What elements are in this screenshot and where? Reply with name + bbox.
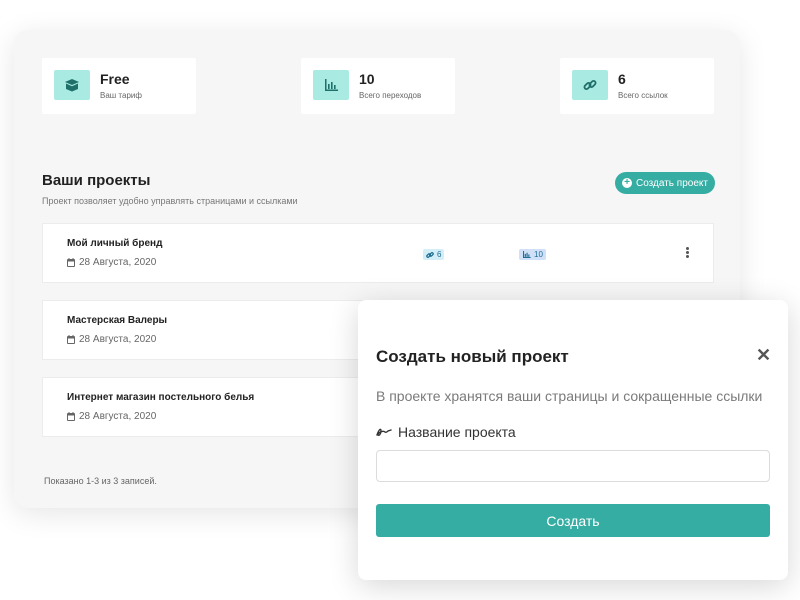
project-row[interactable]: Мой личный бренд 28 Августа, 2020 6 10 <box>42 223 714 283</box>
project-date: 28 Августа, 2020 <box>67 257 156 268</box>
stat-label: Всего ссылок <box>618 91 668 100</box>
project-date-text: 28 Августа, 2020 <box>79 411 157 422</box>
create-project-label: Создать проект <box>636 177 708 189</box>
more-options-icon[interactable] <box>683 246 691 262</box>
stat-value: 6 <box>618 71 626 87</box>
link-icon <box>426 251 434 258</box>
modal-description: В проекте хранятся ваши страницы и сокра… <box>376 388 763 404</box>
project-date-text: 28 Августа, 2020 <box>79 334 157 345</box>
project-date-text: 28 Августа, 2020 <box>79 257 157 268</box>
projects-subtitle: Проект позволяет удобно управлять страни… <box>42 196 298 206</box>
project-date: 28 Августа, 2020 <box>67 334 156 345</box>
project-name-label-text: Название проекта <box>398 424 516 440</box>
stat-card-links: 6 Всего ссылок <box>560 58 714 114</box>
stat-card-plan: Free Ваш тариф <box>42 58 196 114</box>
project-date: 28 Августа, 2020 <box>67 411 156 422</box>
links-count: 6 <box>437 250 442 259</box>
projects-title: Ваши проекты <box>42 172 151 189</box>
pagination-summary: Показано 1-3 из 3 записей. <box>44 476 157 486</box>
calendar-icon <box>67 412 75 421</box>
calendar-icon <box>67 335 75 344</box>
clicks-count-badge: 10 <box>519 249 546 260</box>
bar-chart-icon <box>523 251 531 258</box>
stat-label: Ваш тариф <box>100 91 142 100</box>
close-icon[interactable]: ✕ <box>756 346 771 364</box>
project-name: Мой личный бренд <box>67 238 163 249</box>
box-icon <box>54 70 90 100</box>
create-project-button[interactable]: + Создать проект <box>615 172 715 194</box>
stat-value: 10 <box>359 71 375 87</box>
stat-label: Всего переходов <box>359 91 422 100</box>
project-name-label: Название проекта <box>376 424 516 440</box>
modal-title: Создать новый проект <box>376 347 569 366</box>
submit-create-button[interactable]: Создать <box>376 504 770 537</box>
project-name: Интернет магазин постельного белья <box>67 392 255 403</box>
project-name: Мастерская Валеры <box>67 315 168 326</box>
link-icon <box>572 70 608 100</box>
clicks-count: 10 <box>534 250 543 259</box>
stat-value: Free <box>100 71 130 87</box>
bar-chart-icon <box>313 70 349 100</box>
stat-card-clicks: 10 Всего переходов <box>301 58 455 114</box>
calendar-icon <box>67 258 75 267</box>
project-name-input[interactable] <box>376 450 770 482</box>
links-count-badge: 6 <box>423 249 445 260</box>
plus-circle-icon: + <box>622 178 633 188</box>
signature-icon <box>376 428 392 436</box>
create-project-modal: Создать новый проект ✕ В проекте хранятс… <box>358 300 788 580</box>
